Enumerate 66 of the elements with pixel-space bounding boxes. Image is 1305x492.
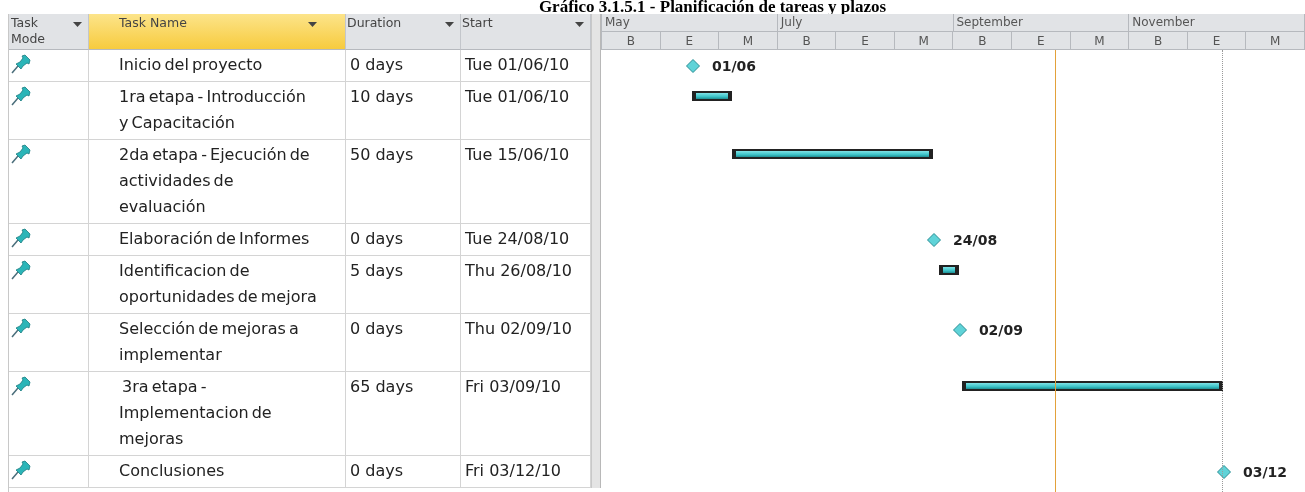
pushpin-icon — [11, 228, 31, 248]
duration-value: 10 days — [350, 86, 415, 108]
task-name: Elaboración de Informes — [119, 228, 311, 250]
duration-value: 65 days — [350, 376, 415, 398]
duration-value: 0 days — [350, 54, 405, 76]
task-name: Identificacion de oportunidades de mejora — [119, 260, 317, 308]
dropdown-arrow-icon[interactable] — [575, 22, 584, 27]
timescale-label: B — [953, 32, 1013, 50]
milestone-date: 24/08 — [953, 232, 998, 248]
start-date: Fri 03/09/10 — [465, 376, 562, 398]
timescale-label: E — [1012, 32, 1071, 50]
task-name: Inicio del proyecto — [119, 54, 264, 76]
dropdown-arrow-icon[interactable] — [308, 22, 317, 27]
task-name: Selección de mejoras a implementar — [119, 318, 300, 366]
timescale-label: B — [1129, 32, 1188, 50]
milestone-icon — [685, 59, 700, 73]
milestone-date: 03/12 — [1242, 464, 1287, 480]
column-header[interactable]: Duration — [346, 14, 461, 50]
timescale-label: M — [1246, 32, 1305, 50]
timescale-label: M — [719, 32, 778, 50]
month-label: July — [777, 14, 954, 31]
milestone-date: 02/09 — [978, 322, 1023, 338]
pushpin-icon — [11, 460, 31, 480]
timescale-label: E — [660, 32, 720, 50]
dropdown-arrow-icon[interactable] — [445, 22, 454, 27]
start-date: Tue 24/08/10 — [465, 228, 571, 250]
milestone-date: 01/06 — [711, 58, 757, 74]
task-name: 3ra etapa - Implementacion de mejoras — [119, 376, 273, 450]
column-header[interactable]: Task Mode — [9, 14, 89, 50]
start-date: Tue 01/06/10 — [465, 54, 571, 76]
timescale-label: M — [1070, 32, 1130, 50]
milestone-icon — [952, 323, 967, 337]
column-header[interactable]: Start — [461, 14, 591, 50]
timescale-label: M — [894, 32, 954, 50]
pushpin-icon — [11, 144, 31, 164]
start-date: Thu 26/08/10 — [465, 260, 573, 282]
milestone-icon — [927, 233, 942, 247]
milestone-icon — [1216, 465, 1231, 479]
duration-value: 0 days — [350, 318, 405, 340]
timescale-label: B — [777, 32, 837, 50]
pushpin-icon — [11, 86, 31, 106]
task-bar — [938, 265, 959, 275]
task-name: 2da etapa - Ejecución de actividades de evaluación — [119, 144, 311, 218]
timescale-label: B — [602, 32, 661, 50]
task-bar — [691, 91, 733, 101]
timescale-label: E — [1187, 32, 1247, 50]
start-date: Tue 15/06/10 — [465, 144, 571, 166]
start-date: Tue 01/06/10 — [465, 86, 571, 108]
month-label: September — [953, 14, 1130, 31]
column-header[interactable]: Task Name — [89, 14, 346, 50]
timescale-label: E — [836, 32, 895, 50]
start-date: Fri 03/12/10 — [465, 460, 562, 482]
duration-value: 0 days — [350, 460, 405, 482]
duration-value: 5 days — [350, 260, 405, 282]
pushpin-icon — [11, 376, 31, 396]
pushpin-icon — [11, 318, 31, 338]
start-date: Thu 02/09/10 — [465, 318, 573, 340]
duration-value: 50 days — [350, 144, 415, 166]
task-name: Conclusiones — [119, 460, 226, 482]
duration-value: 0 days — [350, 228, 405, 250]
pushpin-icon — [11, 54, 31, 74]
dropdown-arrow-icon[interactable] — [73, 22, 82, 27]
task-name: 1ra etapa - Introducción y Capacitación — [119, 86, 307, 134]
month-label: November — [1129, 14, 1305, 31]
pushpin-icon — [11, 260, 31, 280]
month-label: May — [602, 14, 778, 31]
